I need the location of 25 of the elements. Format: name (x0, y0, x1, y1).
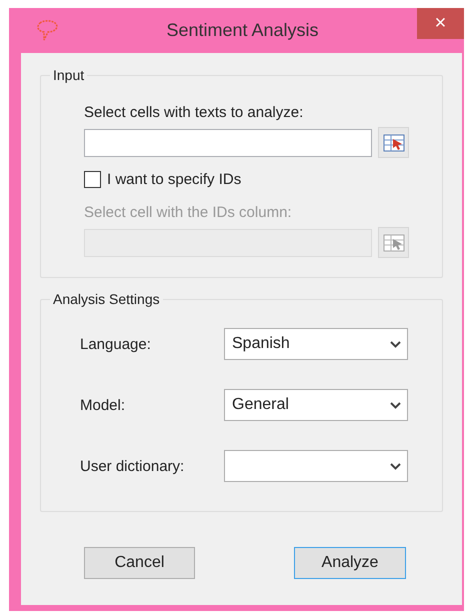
analyze-button[interactable]: Analyze (294, 547, 406, 579)
setting-label: Language: (80, 336, 152, 352)
cell-range-icon (382, 232, 404, 252)
close-button[interactable]: × (417, 8, 464, 39)
range-picker-button[interactable] (378, 127, 409, 158)
chevron-down-icon (390, 462, 401, 470)
cancel-button[interactable]: Cancel (84, 547, 195, 579)
specify-ids-checkbox[interactable]: I want to specify IDs (84, 171, 422, 188)
speech-bubble-icon (35, 20, 59, 42)
group-title: Analysis Settings (50, 291, 163, 307)
setting-label: Model: (80, 396, 126, 414)
checkbox-box[interactable] (84, 171, 101, 188)
range-input-field[interactable] (84, 128, 372, 156)
setting-dropdown[interactable] (224, 450, 408, 482)
chevron-down-icon (390, 402, 401, 408)
cell-range-icon (382, 132, 404, 152)
chevron-down-icon (390, 340, 401, 348)
setting-dropdown[interactable]: General (224, 389, 408, 421)
checkbox-label: I want to specify IDs (107, 171, 242, 188)
field-label: Select cell with the IDs column: (84, 204, 293, 221)
field-label: Select cells with texts to analyze: (84, 104, 304, 121)
setting-dropdown[interactable]: Spanish (224, 328, 408, 360)
setting-label: User dictionary: (80, 458, 186, 474)
group-title: Input (50, 67, 88, 83)
window-title: Sentiment Analysis (166, 20, 319, 41)
